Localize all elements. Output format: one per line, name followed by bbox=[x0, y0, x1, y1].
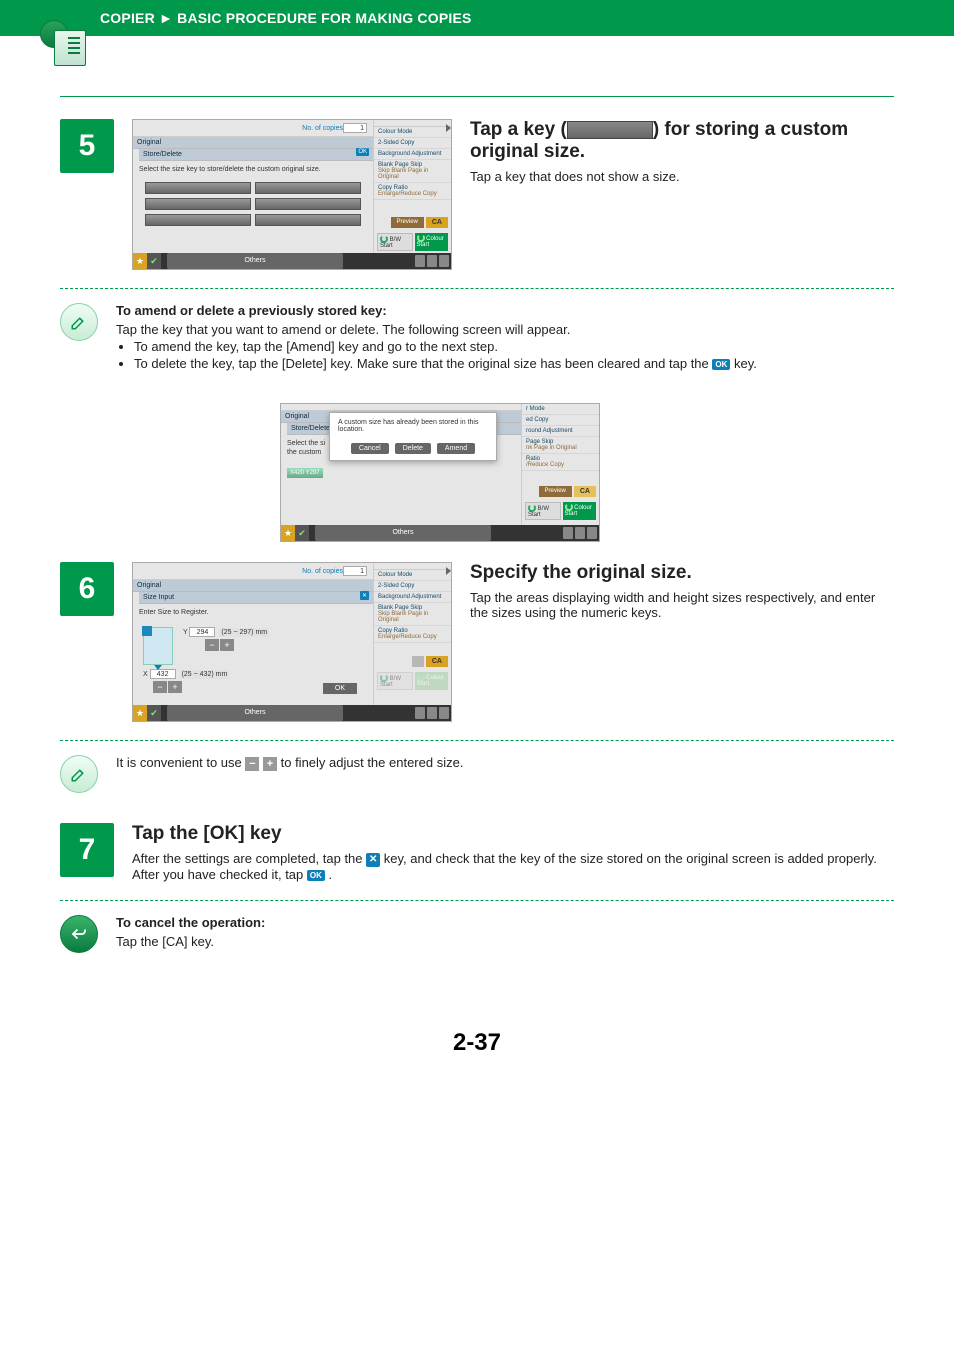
step-number-5: 5 bbox=[60, 119, 114, 173]
favourite-icon[interactable]: ★ bbox=[133, 705, 147, 721]
panel-colour-mode[interactable]: Colour Mode bbox=[374, 127, 451, 138]
check-icon[interactable]: ✔ bbox=[295, 525, 309, 541]
close-chip[interactable]: ✕ bbox=[360, 591, 369, 600]
step-number-6: 6 bbox=[60, 562, 114, 616]
step5-title: Tap a key () for storing a custom origin… bbox=[470, 119, 848, 162]
top-rule bbox=[60, 96, 894, 97]
copies-label: No. of copies bbox=[302, 125, 343, 132]
others-button[interactable]: Others bbox=[167, 253, 343, 269]
size-slot[interactable] bbox=[145, 214, 251, 226]
copies-value[interactable]: 1 bbox=[343, 566, 367, 576]
step6-title: Specify the original size. bbox=[470, 562, 692, 583]
panel-bg[interactable]: Background Adjustment bbox=[374, 149, 451, 160]
stored-size[interactable]: X420 Y297 bbox=[287, 468, 323, 478]
step-number-7: 7 bbox=[60, 823, 114, 877]
page-number: 2-37 bbox=[60, 1029, 894, 1057]
step6-desc: Tap the areas displaying width and heigh… bbox=[470, 590, 894, 620]
minus-icon: − bbox=[245, 757, 259, 771]
note-icon bbox=[60, 303, 98, 341]
empty-slot-graphic bbox=[567, 121, 653, 139]
size-slot[interactable] bbox=[145, 198, 251, 210]
breadcrumb-section[interactable]: BASIC PROCEDURE FOR MAKING COPIES bbox=[177, 10, 471, 26]
size-slot[interactable] bbox=[255, 182, 361, 194]
amend-bullet1: To amend the key, tap the [Amend] key an… bbox=[134, 339, 757, 354]
x-value[interactable]: 432 bbox=[150, 669, 176, 679]
favourite-icon[interactable]: ★ bbox=[133, 253, 147, 269]
step5-desc: Tap a key that does not show a size. bbox=[470, 169, 894, 184]
favourite-icon[interactable]: ★ bbox=[281, 525, 295, 541]
close-icon: ✕ bbox=[366, 853, 380, 867]
step5-instruction: Select the size key to store/delete the … bbox=[133, 161, 373, 178]
ok-icon: OK bbox=[307, 870, 325, 881]
plus-button[interactable]: + bbox=[168, 681, 182, 693]
back-icon bbox=[60, 915, 98, 953]
cancel-title: To cancel the operation: bbox=[116, 915, 265, 930]
panel-copy-ratio[interactable]: Copy RatioEnlarge/Reduce Copy bbox=[374, 183, 451, 200]
cancel-line: Tap the [CA] key. bbox=[116, 934, 265, 949]
colour-start: Colour Start bbox=[415, 672, 449, 690]
breadcrumb-copier[interactable]: COPIER bbox=[100, 10, 155, 26]
amend-button[interactable]: Amend bbox=[437, 443, 475, 454]
step5-mockup: No. of copies 1 Original Store/Delete OK… bbox=[132, 119, 452, 270]
ok-icon: OK bbox=[712, 359, 730, 370]
amend-bullet2: To delete the key, tap the [Delete] key.… bbox=[134, 356, 757, 371]
others-button[interactable]: Others bbox=[167, 705, 343, 721]
step7-title: Tap the [OK] key bbox=[132, 823, 282, 844]
bw-start[interactable]: B/W Start bbox=[525, 502, 561, 520]
colour-start[interactable]: Colour Start bbox=[415, 233, 449, 251]
panel-2sided[interactable]: 2-Sided Copy bbox=[374, 138, 451, 149]
amend-title: To amend or delete a previously stored k… bbox=[116, 303, 757, 318]
delete-button[interactable]: Delete bbox=[395, 443, 431, 454]
plus-icon: + bbox=[263, 757, 277, 771]
ok-chip[interactable]: OK bbox=[356, 148, 369, 156]
colour-start[interactable]: Colour Start bbox=[563, 502, 597, 520]
preview-button[interactable]: Preview bbox=[391, 217, 424, 228]
ok-button[interactable]: OK bbox=[323, 683, 357, 694]
ca-button[interactable]: CA bbox=[426, 656, 448, 667]
minus-button[interactable]: − bbox=[205, 639, 219, 651]
step6-mockup: No. of copies 1 Original Size Input ✕ En… bbox=[132, 562, 452, 722]
ca-button[interactable]: CA bbox=[426, 217, 448, 228]
panel-blank-skip[interactable]: Blank Page SkipSkip Blank Page in Origin… bbox=[374, 160, 451, 183]
pm-hint: It is convenient to use − + to finely ad… bbox=[116, 755, 463, 771]
bw-start: B/W Start bbox=[377, 672, 413, 690]
preview-button[interactable]: Preview bbox=[539, 486, 572, 497]
size-slot[interactable] bbox=[255, 198, 361, 210]
minus-button[interactable]: − bbox=[153, 681, 167, 693]
dialog-message: A custom size has already been stored in… bbox=[338, 419, 488, 433]
amend-line1: Tap the key that you want to amend or de… bbox=[116, 322, 757, 337]
breadcrumb-sep: ► bbox=[159, 10, 173, 26]
check-icon[interactable]: ✔ bbox=[147, 705, 161, 721]
size-slot[interactable] bbox=[145, 182, 251, 194]
note-icon bbox=[60, 755, 98, 793]
copies-value[interactable]: 1 bbox=[343, 123, 367, 133]
amend-dialog-mockup: Original Store/Delete Select the sithe c… bbox=[280, 403, 600, 542]
step7-desc: After the settings are completed, tap th… bbox=[132, 851, 894, 882]
preview-button bbox=[412, 656, 424, 667]
cancel-button[interactable]: Cancel bbox=[351, 443, 389, 454]
bw-start[interactable]: B/W Start bbox=[377, 233, 413, 251]
others-button[interactable]: Others bbox=[315, 525, 491, 541]
breadcrumb: COPIER ► BASIC PROCEDURE FOR MAKING COPI… bbox=[0, 0, 954, 36]
size-slot[interactable] bbox=[255, 214, 361, 226]
plus-button[interactable]: + bbox=[220, 639, 234, 651]
y-value[interactable]: 294 bbox=[189, 627, 215, 637]
check-icon[interactable]: ✔ bbox=[147, 253, 161, 269]
header-icon bbox=[40, 20, 68, 53]
ca-button[interactable]: CA bbox=[574, 486, 596, 497]
